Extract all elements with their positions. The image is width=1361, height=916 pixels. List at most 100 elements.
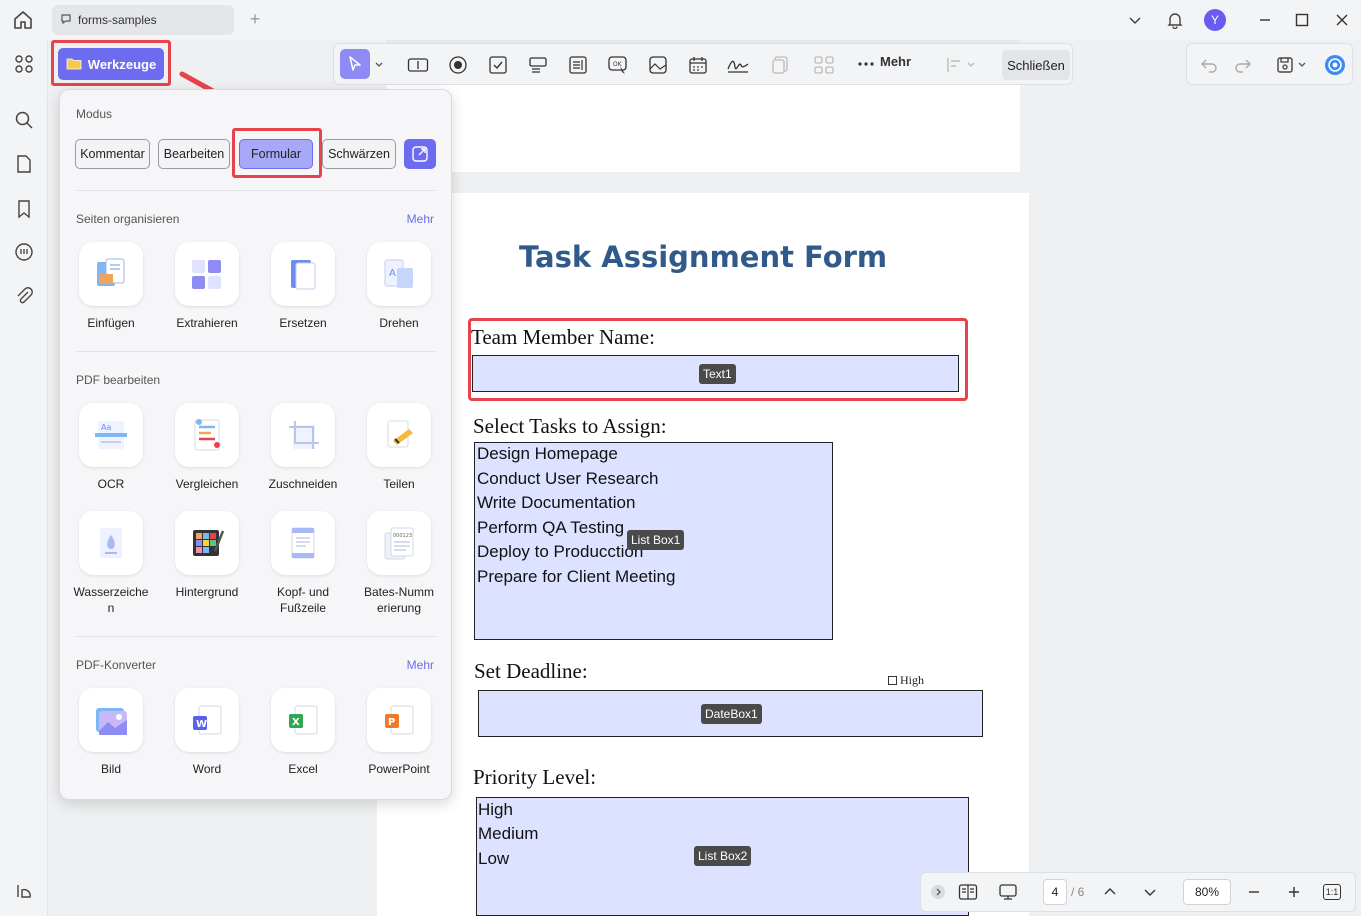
ai-assistant-icon[interactable] [1323, 53, 1347, 77]
watermark-tool[interactable]: Wasserzeiche n [71, 511, 151, 616]
high-checkbox[interactable]: High [888, 673, 924, 688]
title-bar: forms-samples + Y [0, 0, 1361, 40]
text-field-tool-icon[interactable] [406, 53, 430, 77]
rotate-pages-icon: A [367, 242, 431, 306]
insert-tool[interactable]: Einfügen [71, 242, 151, 331]
chevron-down-icon[interactable] [1295, 53, 1309, 77]
compare-icon [175, 403, 239, 467]
sidebar-toggle-icon[interactable] [13, 880, 35, 902]
svg-text:W: W [196, 719, 207, 730]
zoom-out-icon[interactable] [1243, 881, 1265, 903]
compare-tool[interactable]: Vergleichen [167, 403, 247, 492]
select-tool-button[interactable] [340, 49, 370, 79]
crop-tool[interactable]: Zuschneiden [263, 403, 343, 492]
convert-powerpoint-label: PowerPoint [368, 762, 430, 776]
rotate-tool[interactable]: A Drehen [359, 242, 439, 331]
tools-panel: Modus Kommentar Bearbeiten Formular Schw… [59, 89, 452, 800]
werkzeuge-button[interactable]: Werkzeuge [58, 48, 164, 80]
watermark-icon [79, 511, 143, 575]
mode-schwaerzen-button[interactable]: Schwärzen [322, 139, 396, 169]
list-item[interactable]: Low [478, 849, 509, 869]
search-icon[interactable] [13, 109, 35, 131]
checkbox-tool-icon[interactable] [486, 53, 510, 77]
date-tool-icon[interactable] [686, 53, 710, 77]
background-tool[interactable]: Hintergrund [167, 511, 247, 600]
convert-image-tool[interactable]: Bild [71, 688, 151, 777]
actual-size-button[interactable]: 1:1 [1323, 884, 1341, 900]
convert-powerpoint-tool[interactable]: P PowerPoint [359, 688, 439, 777]
document-tab[interactable]: forms-samples [52, 5, 234, 35]
zoom-level-input[interactable]: 80% [1183, 879, 1231, 905]
chevron-down-icon[interactable] [372, 53, 386, 77]
open-external-icon[interactable] [404, 139, 436, 169]
more-button[interactable]: Mehr [858, 54, 911, 69]
list-item[interactable]: Conduct User Research [477, 469, 658, 489]
undo-icon[interactable] [1197, 53, 1221, 77]
button-tool-icon[interactable]: OK [606, 53, 630, 77]
minimize-icon[interactable] [1254, 9, 1276, 31]
avatar[interactable]: Y [1204, 9, 1226, 31]
bates-numbering-tool[interactable]: 000123 Bates-Numm erierung [359, 511, 439, 616]
werkzeuge-label: Werkzeuge [87, 56, 157, 72]
attachment-icon[interactable] [13, 285, 35, 307]
list-item[interactable]: High [478, 800, 513, 820]
image-tool-icon[interactable] [646, 53, 670, 77]
chevron-right-icon[interactable] [927, 881, 949, 903]
chevron-down-icon[interactable] [1124, 9, 1146, 31]
organize-more-link[interactable]: Mehr [407, 212, 434, 226]
list-item[interactable]: Prepare for Client Meeting [477, 567, 675, 587]
mode-kommentar-button[interactable]: Kommentar [75, 139, 150, 169]
previous-page-icon[interactable] [1099, 881, 1121, 903]
radio-button-tool-icon[interactable] [446, 53, 470, 77]
list-item[interactable]: Deploy to Producction [477, 542, 643, 562]
rotate-tool-label: Drehen [379, 316, 419, 330]
bell-icon[interactable] [1164, 9, 1186, 31]
checkbox-icon[interactable] [888, 676, 897, 685]
zoom-in-icon[interactable] [1283, 881, 1305, 903]
converter-more-link[interactable]: Mehr [407, 658, 434, 672]
current-page-input[interactable]: 4 [1043, 879, 1067, 905]
background-icon [175, 511, 239, 575]
next-page-icon[interactable] [1139, 881, 1161, 903]
split-tool-label: Teilen [383, 477, 415, 491]
list-item[interactable]: Write Documentation [477, 493, 635, 513]
svg-text:000123: 000123 [393, 533, 412, 539]
split-icon [367, 403, 431, 467]
image-file-icon [79, 688, 143, 752]
header-footer-tool-label: Kopf- und Fußzeile [276, 585, 330, 615]
list-item[interactable]: Medium [478, 824, 538, 844]
mode-bearbeiten-button[interactable]: Bearbeiten [158, 139, 230, 169]
signature-tool-icon[interactable] [726, 53, 750, 77]
list-item[interactable]: Perform QA Testing [477, 518, 624, 538]
save-icon[interactable] [1273, 53, 1297, 77]
ocr-tool[interactable]: Aa OCR [71, 403, 151, 492]
ocr-icon: Aa [79, 403, 143, 467]
close-form-mode-button[interactable]: Schließen [1002, 50, 1070, 80]
divider [76, 190, 436, 191]
bookmark-icon[interactable] [13, 198, 35, 220]
left-rail [0, 40, 48, 916]
formular-highlight [232, 128, 322, 178]
page-icon[interactable] [13, 153, 35, 175]
convert-excel-tool[interactable]: X Excel [263, 688, 343, 777]
close-icon[interactable] [1331, 9, 1353, 31]
header-footer-tool[interactable]: Kopf- und Fußzeile [263, 511, 343, 616]
extract-tool[interactable]: Extrahieren [167, 242, 247, 331]
home-icon[interactable] [12, 9, 36, 33]
comment-icon[interactable] [13, 241, 35, 263]
presentation-icon[interactable] [997, 881, 1019, 903]
insert-pages-icon [79, 242, 143, 306]
maximize-icon[interactable] [1291, 9, 1313, 31]
replace-tool[interactable]: Ersetzen [263, 242, 343, 331]
list-box-tool-icon[interactable] [566, 53, 590, 77]
page-navigation-bar: 4 / 6 80% 1:1 [920, 872, 1356, 912]
combo-box-tool-icon[interactable] [526, 53, 550, 77]
new-tab-button[interactable]: + [246, 10, 264, 28]
excel-file-icon: X [271, 688, 335, 752]
page-layout-icon[interactable] [957, 881, 979, 903]
apps-grid-icon[interactable] [13, 53, 35, 75]
redo-icon[interactable] [1231, 53, 1255, 77]
split-tool[interactable]: Teilen [359, 403, 439, 492]
convert-word-tool[interactable]: W Word [167, 688, 247, 777]
list-item[interactable]: Design Homepage [477, 444, 618, 464]
